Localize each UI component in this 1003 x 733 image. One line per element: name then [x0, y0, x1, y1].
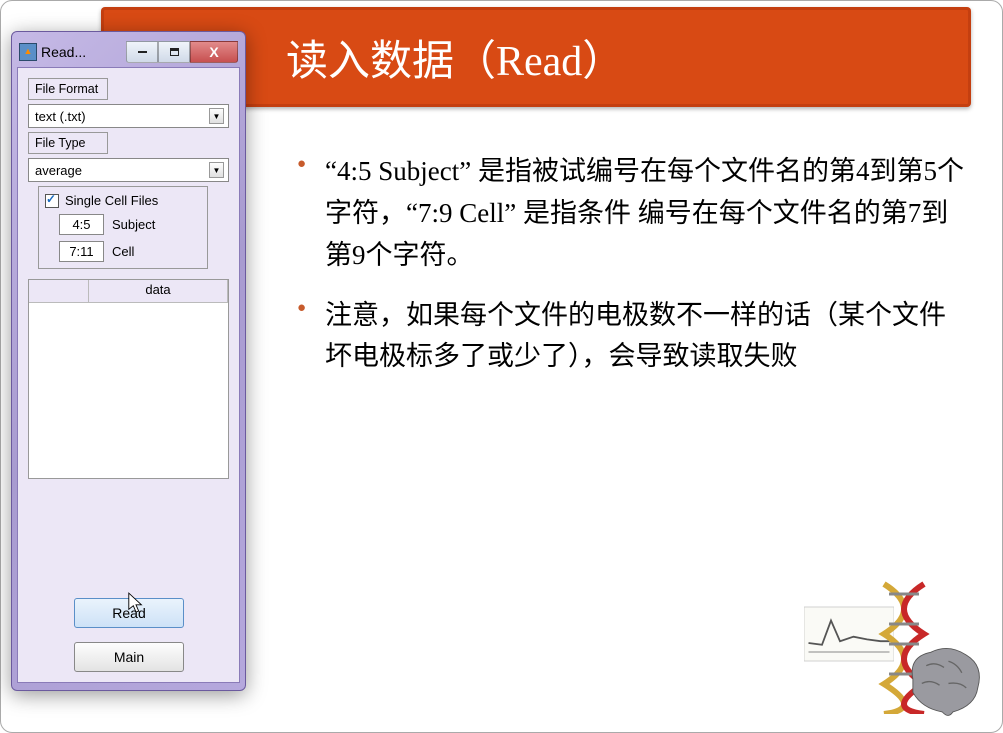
file-type-dropdown[interactable]: average ▼	[28, 158, 229, 182]
slide-content: “4:5 Subject” 是指被试编号在每个文件名的第4到第5个字符，“7:9…	[291, 151, 971, 396]
maximize-button[interactable]	[158, 41, 190, 63]
single-cell-checkbox[interactable]	[45, 194, 59, 208]
subject-label: Subject	[112, 217, 155, 232]
close-button[interactable]: X	[190, 41, 238, 63]
single-cell-group: Single Cell Files 4:5 Subject 7:11 Cell	[38, 186, 208, 269]
brain-icon	[899, 639, 989, 719]
subject-range-input[interactable]: 4:5	[59, 214, 104, 235]
file-type-value: average	[35, 163, 82, 178]
minimize-button[interactable]	[126, 41, 158, 63]
file-format-label: File Format	[28, 78, 108, 100]
slide-title: 读入数据（Read）	[286, 27, 624, 88]
chevron-down-icon: ▼	[209, 108, 224, 124]
chevron-down-icon: ▼	[209, 162, 224, 178]
cell-label: Cell	[112, 244, 134, 259]
file-format-value: text (.txt)	[35, 109, 86, 124]
data-table-rowheader	[29, 280, 89, 302]
cell-range-input[interactable]: 7:11	[59, 241, 104, 262]
button-area: Read Main	[36, 598, 222, 672]
single-cell-label: Single Cell Files	[65, 193, 158, 208]
bullet-item: 注意，如果每个文件的电极数不一样的话（某个文件坏电极标多了或少了），会导致读取失…	[291, 295, 971, 379]
decoration-corner	[804, 574, 994, 724]
slide-container: 读入数据（Read） Read... X File Format text (.…	[0, 0, 1003, 733]
file-format-dropdown[interactable]: text (.txt) ▼	[28, 104, 229, 128]
data-table-header: data	[29, 280, 228, 303]
titlebar: Read... X	[17, 37, 240, 67]
file-type-label: File Type	[28, 132, 108, 154]
read-window: Read... X File Format text (.txt) ▼ File…	[11, 31, 246, 691]
window-title: Read...	[41, 44, 122, 60]
matlab-icon	[19, 43, 37, 61]
bullet-item: “4:5 Subject” 是指被试编号在每个文件名的第4到第5个字符，“7:9…	[291, 151, 971, 277]
main-button[interactable]: Main	[74, 642, 184, 672]
data-column-label: data	[89, 280, 228, 302]
single-cell-checkbox-row[interactable]: Single Cell Files	[45, 193, 201, 208]
window-client-area: File Format text (.txt) ▼ File Type aver…	[17, 67, 240, 683]
data-table[interactable]: data	[28, 279, 229, 479]
read-button[interactable]: Read	[74, 598, 184, 628]
window-controls: X	[126, 41, 238, 63]
